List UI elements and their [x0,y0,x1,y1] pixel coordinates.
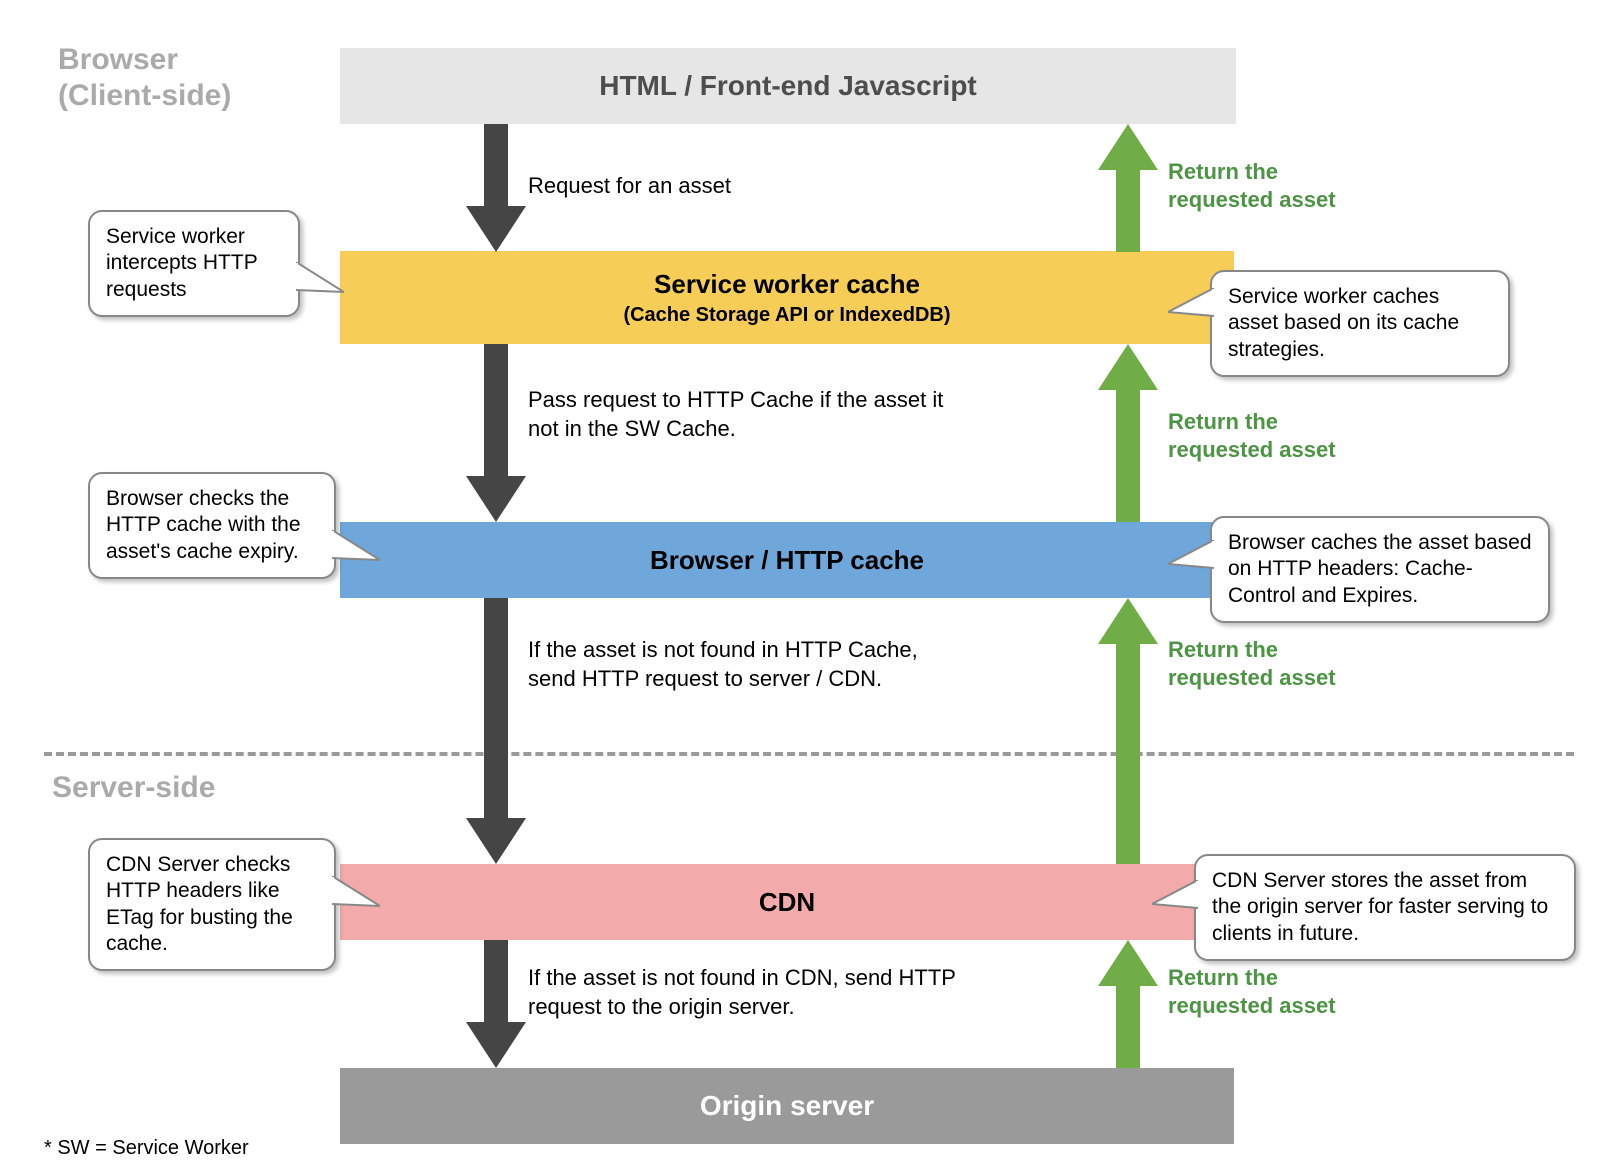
up-arrow-icon [1098,344,1158,522]
callout-tail-icon [1152,880,1198,920]
layer-http-title: Browser / HTTP cache [650,545,924,576]
callout-text: Browser caches the asset based on HTTP h… [1228,531,1532,607]
down-label-send-to-server-cdn: If the asset is not found in HTTP Cache,… [528,636,968,693]
callout-text: Browser checks the HTTP cache with the a… [106,487,301,563]
up-arrow-icon [1098,124,1158,252]
down-arrow-icon [466,124,526,252]
layer-origin-title: Origin server [700,1090,874,1122]
callout-tail-icon [332,530,380,570]
callout-text: CDN Server stores the asset from the ori… [1212,869,1548,945]
up-arrow-icon [1098,598,1158,864]
layer-browser-http-cache: Browser / HTTP cache [340,522,1234,598]
up-label-return-asset-2: Return the requested asset [1168,408,1388,463]
callout-text: Service worker intercepts HTTP requests [106,225,257,301]
section-browser-line2: (Client-side) [58,79,231,112]
layer-service-worker-cache: Service worker cache (Cache Storage API … [340,251,1234,344]
down-arrow-icon [466,598,526,864]
layer-origin-server: Origin server [340,1068,1234,1144]
callout-text: CDN Server checks HTTP headers like ETag… [106,853,293,955]
section-browser-label: Browser (Client-side) [58,42,231,114]
up-label-return-asset-4: Return the requested asset [1168,964,1388,1019]
callout-tail-icon [1168,540,1214,580]
down-arrow-icon [466,940,526,1068]
down-arrow-icon [466,344,526,522]
footnote-sw: * SW = Service Worker [44,1137,249,1160]
callout-cdn-checks-etag: CDN Server checks HTTP headers like ETag… [88,838,336,971]
up-arrow-icon [1098,940,1158,1068]
layer-html-title: HTML / Front-end Javascript [599,70,977,102]
up-label-return-asset-3: Return the requested asset [1168,636,1388,691]
divider-client-server [44,752,1574,756]
callout-tail-icon [296,262,344,302]
layer-cdn-title: CDN [759,887,815,918]
down-label-request-asset: Request for an asset [528,172,968,201]
callout-browser-caches-headers: Browser caches the asset based on HTTP h… [1210,516,1550,623]
layer-sw-subtitle: (Cache Storage API or IndexedDB) [623,304,950,327]
layer-sw-title: Service worker cache [654,269,920,300]
callout-sw-caches-asset: Service worker caches asset based on its… [1210,270,1510,377]
callout-tail-icon [1168,288,1214,328]
layer-cdn: CDN [340,864,1234,940]
section-server-label: Server-side [52,770,215,806]
down-label-pass-to-http-cache: Pass request to HTTP Cache if the asset … [528,386,968,443]
callout-cdn-stores-asset: CDN Server stores the asset from the ori… [1194,854,1576,961]
layer-html-frontend: HTML / Front-end Javascript [340,48,1236,124]
callout-tail-icon [332,876,380,916]
up-label-return-asset-1: Return the requested asset [1168,158,1388,213]
section-browser-line1: Browser [58,43,178,76]
callout-sw-intercepts: Service worker intercepts HTTP requests [88,210,300,317]
down-label-send-to-origin: If the asset is not found in CDN, send H… [528,964,968,1021]
callout-text: Service worker caches asset based on its… [1228,285,1459,361]
callout-browser-checks-expiry: Browser checks the HTTP cache with the a… [88,472,336,579]
